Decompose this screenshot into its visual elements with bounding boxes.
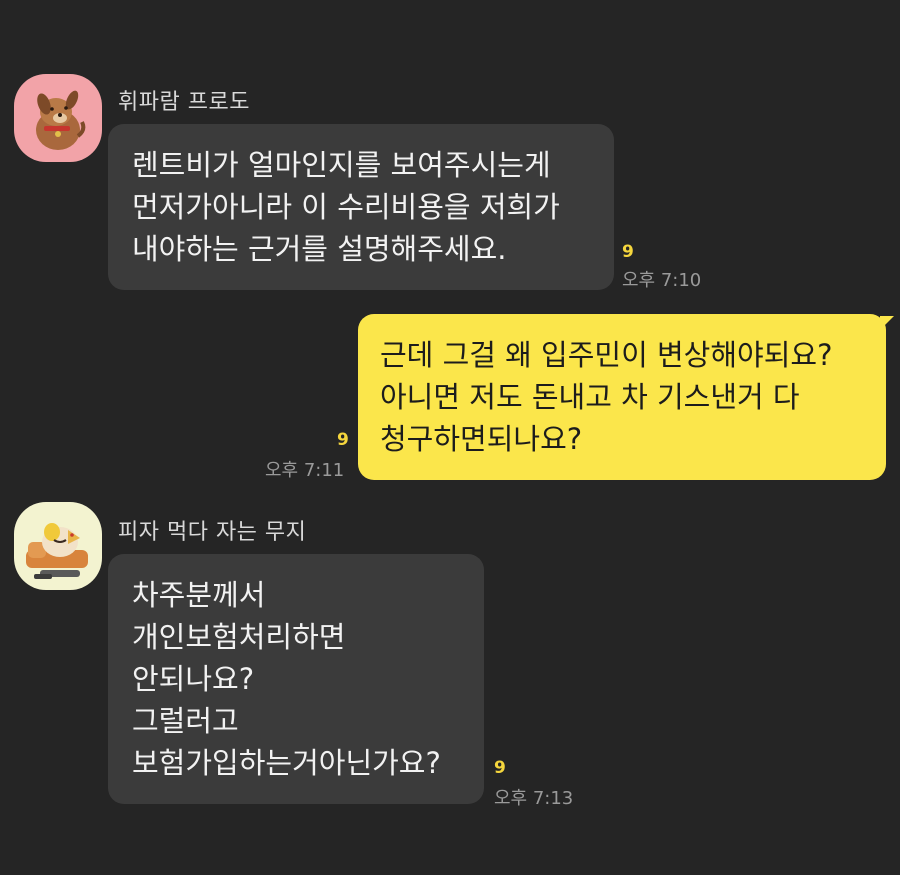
message-line: 개인보험처리하면 (132, 620, 346, 654)
message-line: 차주분께서 (132, 578, 266, 612)
muzi-sleeping-icon (14, 502, 102, 590)
message-bubble-outgoing[interactable]: 근데 그걸 왜 입주민이 변상해야되요? 아니면 저도 돈내고 차 기스낸거 다… (358, 314, 886, 480)
message-line: 보험가입하는거아닌가요? (132, 746, 441, 780)
avatar-muzi[interactable] (14, 502, 102, 590)
unread-count: 9 (494, 758, 506, 778)
message-line: 렌트비가 얼마인지를 보여주시는게 (132, 148, 551, 182)
timestamp: 오후 7:10 (622, 270, 702, 291)
unread-count: 9 (337, 430, 349, 450)
message-bubble-incoming[interactable]: 렌트비가 얼마인지를 보여주시는게 먼저가아니라 이 수리비용을 저희가 내야하… (108, 124, 614, 290)
message-line: 내야하는 근거를 설명해주세요. (132, 232, 507, 266)
frodo-dog-icon (14, 74, 102, 162)
timestamp: 오후 7:13 (494, 788, 574, 809)
message-line: 그럴러고 (132, 704, 239, 738)
message-line: 청구하면되나요? (380, 422, 583, 456)
message-line: 근데 그걸 왜 입주민이 변상해야되요? (380, 338, 833, 372)
timestamp: 오후 7:11 (265, 460, 345, 481)
message-line: 아니면 저도 돈내고 차 기스낸거 다 (380, 380, 800, 414)
unread-count: 9 (622, 242, 634, 262)
sender-name: 휘파람 프로도 (118, 90, 250, 115)
message-bubble-incoming[interactable]: 차주분께서 개인보험처리하면 안되나요? 그럴러고 보험가입하는거아닌가요? (108, 554, 484, 804)
bubble-tail (880, 316, 894, 330)
avatar-frodo[interactable] (14, 74, 102, 162)
message-line: 안되나요? (132, 662, 255, 696)
message-line: 먼저가아니라 이 수리비용을 저희가 (132, 190, 560, 224)
sender-name: 피자 먹다 자는 무지 (118, 520, 307, 545)
